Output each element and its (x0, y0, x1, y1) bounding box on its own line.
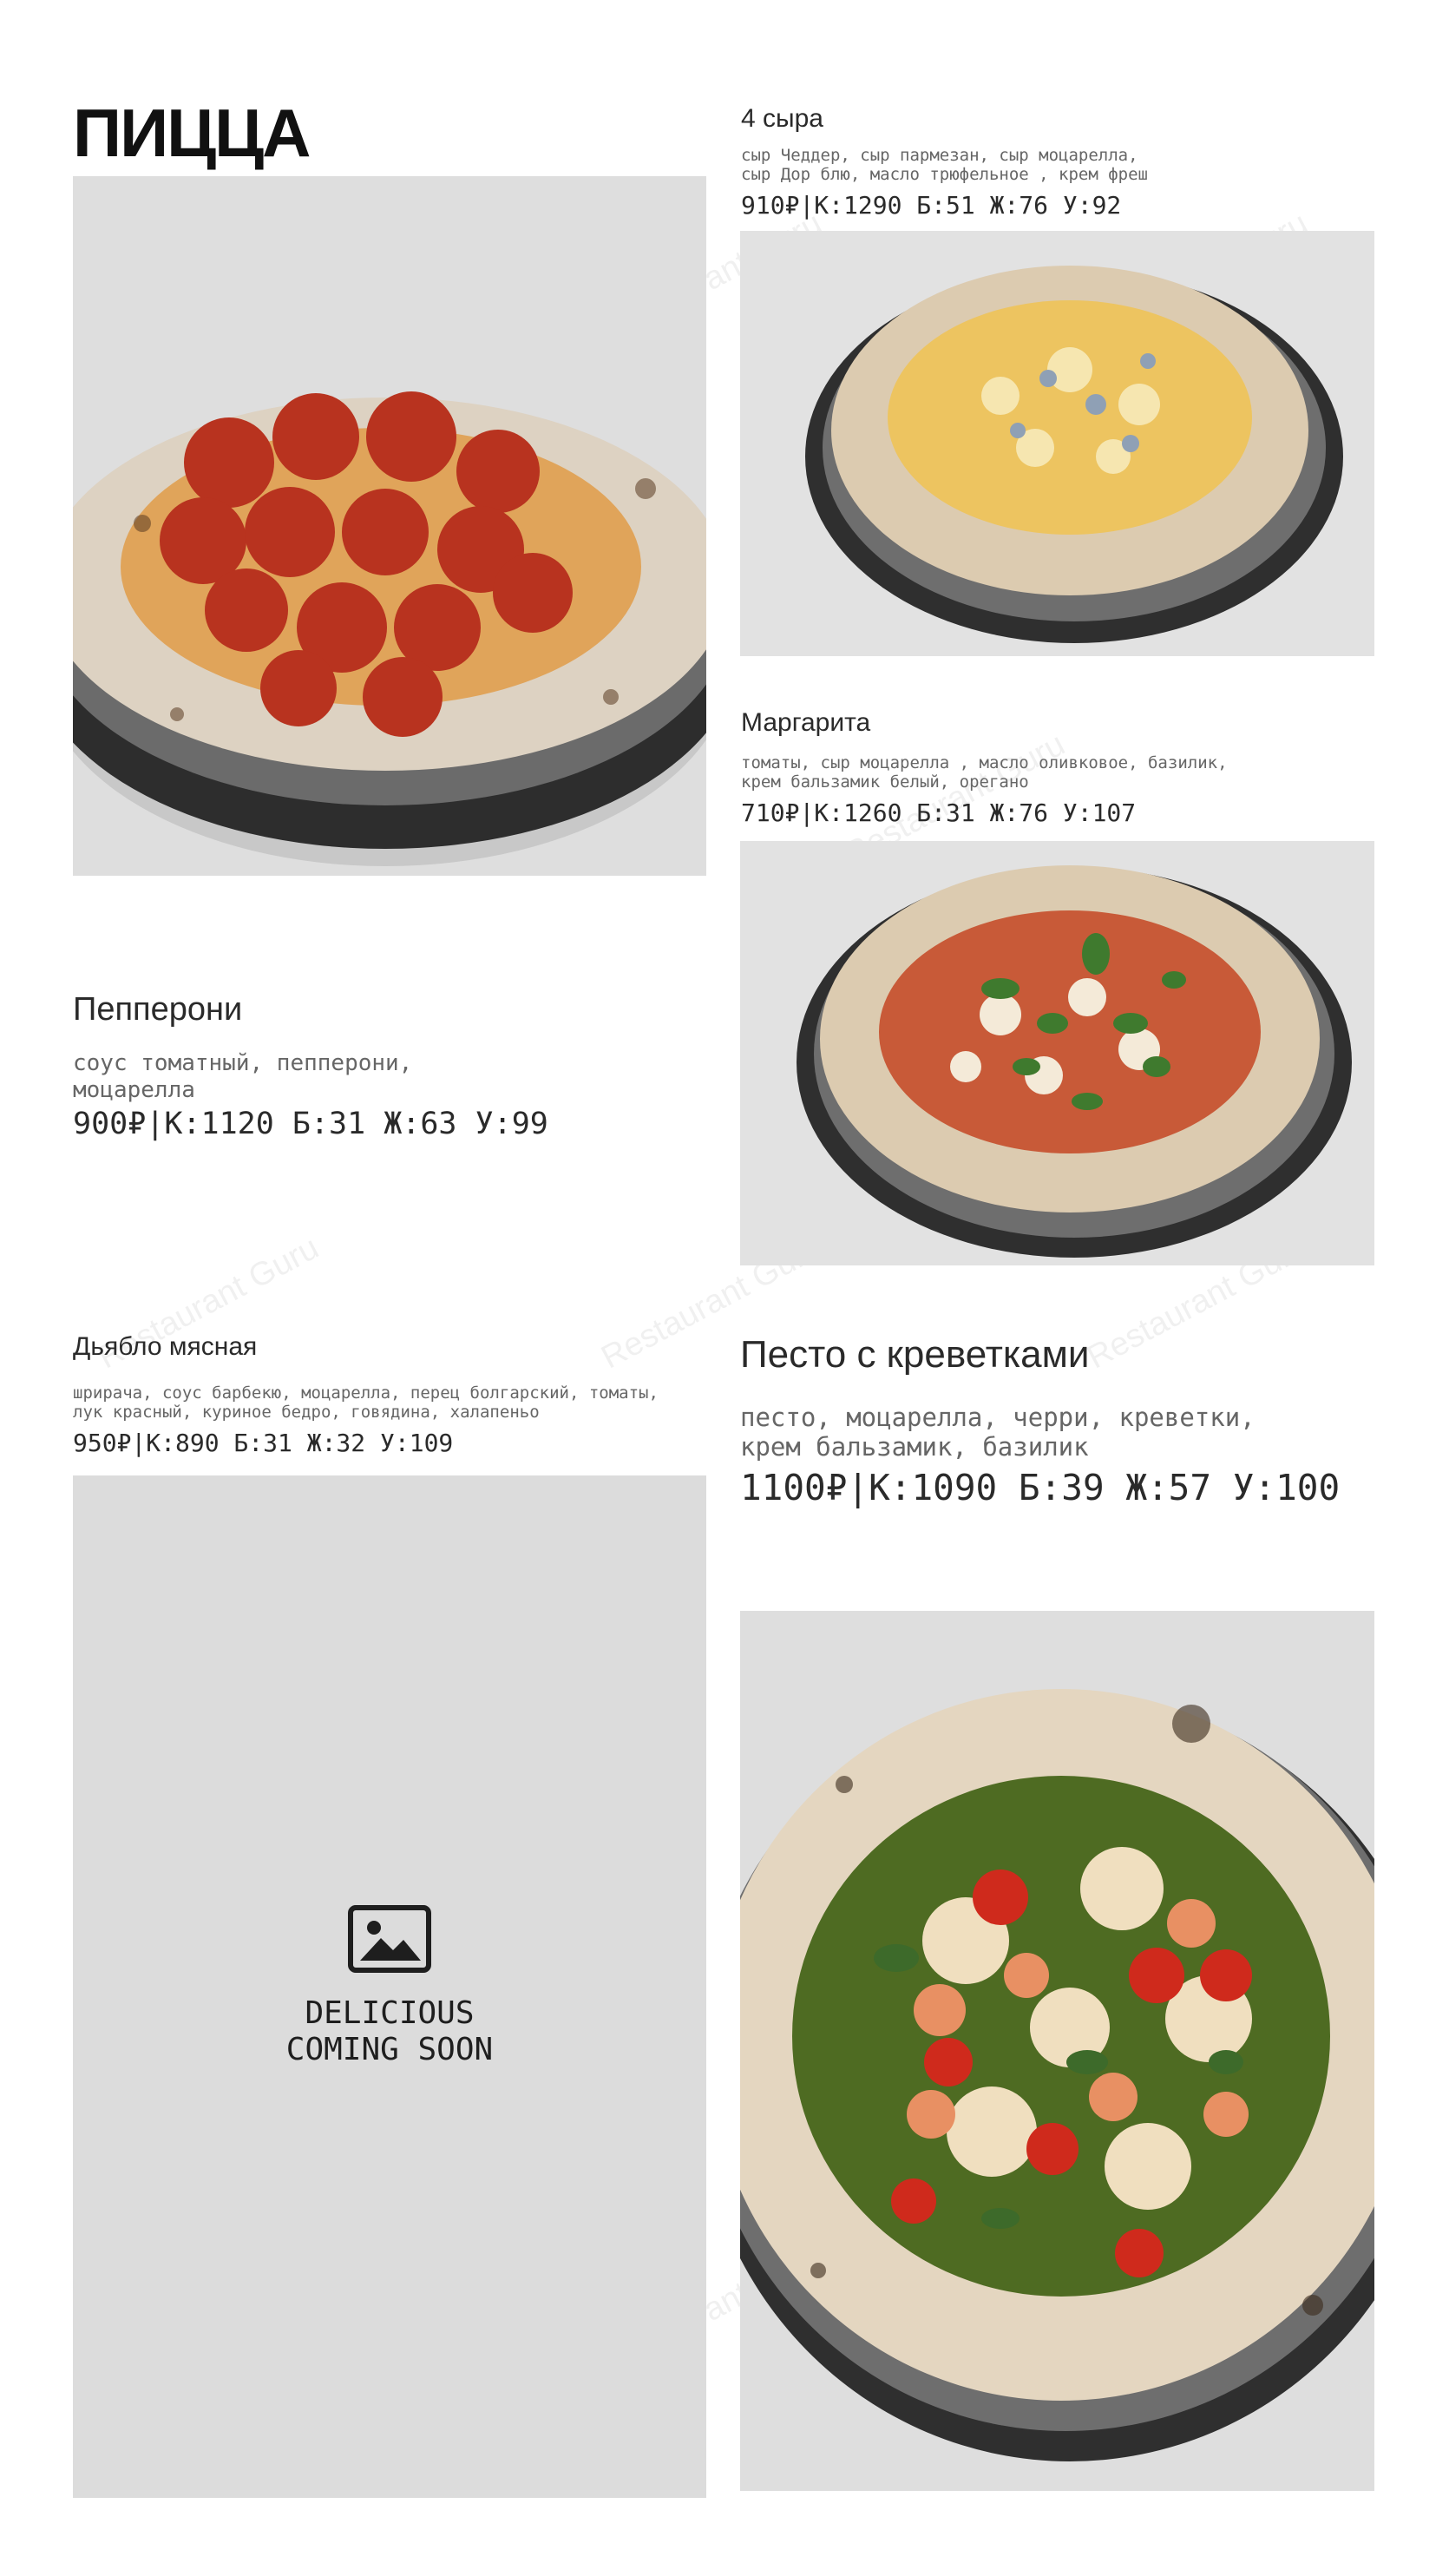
item-description: томаты, сыр моцарелла , масло оливковое,… (741, 753, 1228, 792)
pepperoni-photo (73, 176, 706, 876)
item-price: 900₽|К:1120 Б:31 Ж:63 У:99 (73, 1107, 548, 1141)
item-name: Маргарита (741, 708, 871, 737)
item-price: 910₽|К:1290 Б:51 Ж:76 У:92 (741, 191, 1122, 220)
item-price: 1100₽|К:1090 Б:39 Ж:57 У:100 (740, 1467, 1341, 1508)
item-description: сыр Чеддер, сыр пармезан, сыр моцарелла,… (741, 146, 1148, 184)
image-icon (348, 1905, 431, 1973)
item-description: песто, моцарелла, черри, креветки, крем … (740, 1403, 1256, 1462)
item-description: шрирача, соус барбекю, моцарелла, перец … (73, 1383, 659, 1422)
page-title: ПИЦЦА (73, 95, 311, 171)
item-name: Дьябло мясная (73, 1332, 258, 1361)
item-name: Пепперони (73, 991, 243, 1028)
margherita-photo (740, 841, 1374, 1265)
four-cheese-photo (740, 231, 1374, 656)
pesto-shrimp-photo (740, 1611, 1374, 2491)
item-description: соус томатный, пепперони, моцарелла (73, 1050, 413, 1103)
item-name: Песто с креветками (740, 1333, 1090, 1376)
placeholder-text: DELICIOUS COMING SOON (285, 1995, 494, 2067)
item-price: 950₽|К:890 Б:31 Ж:32 У:109 (73, 1429, 454, 1457)
item-price: 710₽|К:1260 Б:31 Ж:76 У:107 (741, 798, 1137, 827)
photo-placeholder: DELICIOUS COMING SOON (73, 1475, 706, 2498)
item-name: 4 сыра (741, 104, 823, 133)
